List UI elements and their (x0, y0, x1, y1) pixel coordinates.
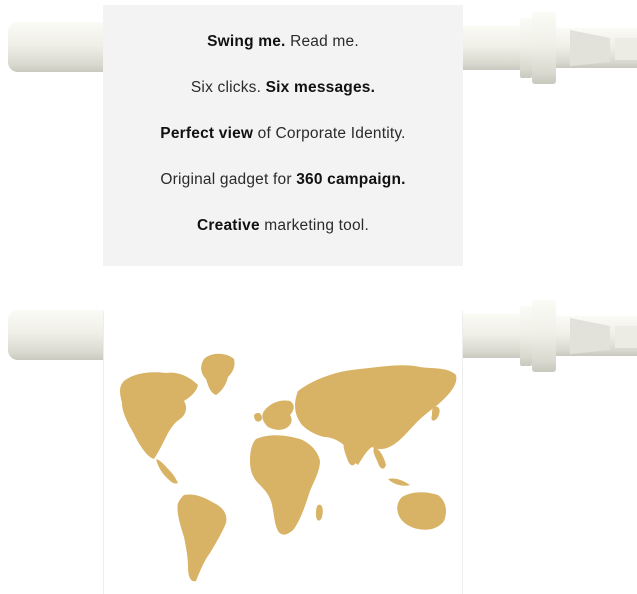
text-line-3-bold: Perfect view (160, 125, 254, 142)
text-line-5: Creative marketing tool. (197, 203, 369, 249)
world-map-icon (120, 353, 457, 582)
text-line-2-regular: Six clicks. (190, 79, 266, 96)
text-line-3-regular: of Corporate Identity. (253, 125, 406, 142)
text-panel[interactable]: Swing me. Read me. Six clicks. Six messa… (103, 5, 463, 266)
text-line-4-bold: 360 campaign. (296, 171, 406, 188)
text-line-3: Perfect view of Corporate Identity. (160, 111, 405, 157)
text-line-5-regular: marketing tool. (259, 217, 369, 234)
text-line-4: Original gadget for 360 campaign. (160, 157, 405, 203)
text-line-2-bold: Six messages. (265, 79, 376, 96)
text-line-5-bold: Creative (197, 217, 260, 234)
text-line-1: Swing me. Read me. (207, 19, 359, 65)
text-line-1-bold: Swing me. (207, 33, 286, 50)
text-line-1-regular: Read me. (285, 33, 359, 50)
map-panel[interactable] (103, 311, 463, 594)
text-line-2: Six clicks. Six messages. (191, 65, 375, 111)
text-line-4-regular: Original gadget for (160, 171, 297, 188)
